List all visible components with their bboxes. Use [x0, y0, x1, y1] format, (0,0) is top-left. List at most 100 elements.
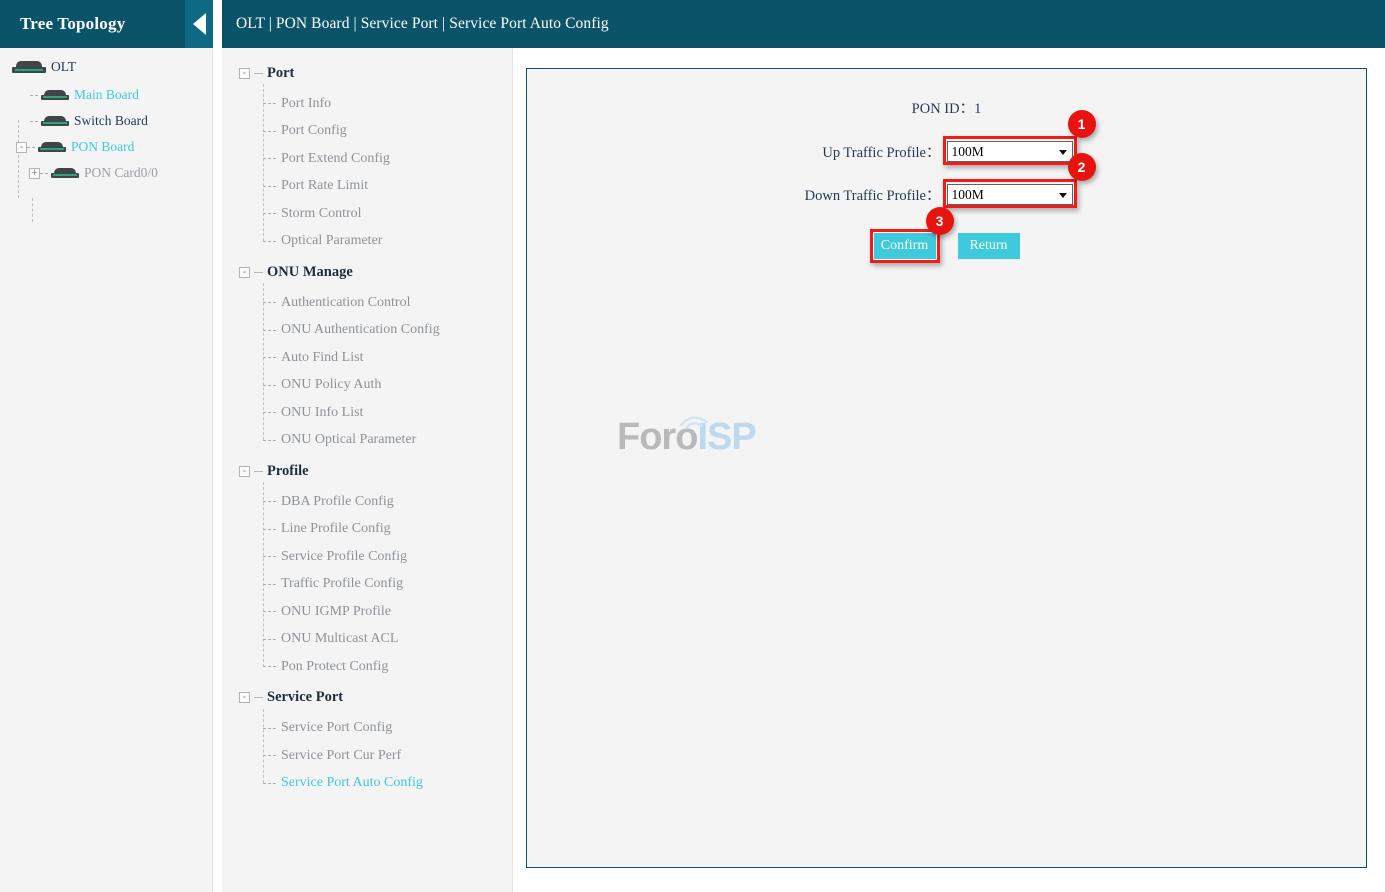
- menu-group-title: Profile: [267, 463, 309, 480]
- menu-item-service-port-auto-config[interactable]: Service Port Auto Config: [222, 770, 512, 798]
- menu-item-service-port-cur-perf[interactable]: Service Port Cur Perf: [222, 742, 512, 770]
- menu-item-traffic-profile-config[interactable]: Traffic Profile Config: [222, 571, 512, 599]
- menu-item-label: Service Port Auto Config: [281, 775, 423, 791]
- up-traffic-profile-select[interactable]: 100M: [947, 141, 1073, 162]
- menu-item-onu-info-list[interactable]: ONU Info List: [222, 399, 512, 427]
- menu-connector-dash: [254, 697, 263, 698]
- menu-item-label: ONU Info List: [281, 405, 363, 421]
- menu-item-connector: [263, 755, 276, 756]
- menu-group-header[interactable]: - Port: [222, 62, 512, 84]
- tree-node-pon-card[interactable]: + PON Card0/0: [0, 160, 212, 186]
- menu-item-dba-profile-config[interactable]: DBA Profile Config: [222, 488, 512, 516]
- menu-item-onu-multicast-acl[interactable]: ONU Multicast ACL: [222, 626, 512, 654]
- menu-item-onu-policy-auth[interactable]: ONU Policy Auth: [222, 372, 512, 400]
- service-port-auto-config-panel: ForoISP PON ID：1 Up Traffic Profile： 100…: [526, 68, 1367, 868]
- menu-group-profile: - Profile DBA Profile Config Line Profil…: [222, 460, 512, 681]
- menu-item-connector: [263, 728, 276, 729]
- menu-item-port-extend-config[interactable]: Port Extend Config: [222, 145, 512, 173]
- menu-group-title: Port: [267, 65, 294, 82]
- down-traffic-profile-row: Down Traffic Profile： 100M 2: [527, 184, 1366, 205]
- up-traffic-profile-label: Up Traffic Profile：: [717, 141, 947, 162]
- menu-toggle-minus-icon[interactable]: -: [239, 466, 250, 477]
- tree-node-olt[interactable]: OLT: [0, 54, 212, 80]
- tree-node-switch-board[interactable]: Switch Board: [0, 108, 212, 134]
- tree-node-label: Switch Board: [74, 113, 148, 129]
- menu-toggle-minus-icon[interactable]: -: [239, 267, 250, 278]
- menu-toggle-minus-icon[interactable]: -: [239, 692, 250, 703]
- tree-node-pon-board[interactable]: - PON Board: [0, 134, 212, 160]
- return-button[interactable]: Return: [958, 233, 1020, 259]
- menu-item-connector: [263, 440, 276, 441]
- menu-item-label: Port Info: [281, 96, 331, 112]
- tree-topology-body: OLT Main Board Switch Board: [0, 48, 212, 186]
- wifi-signal-icon: [677, 411, 711, 431]
- label-separator: ：: [926, 188, 941, 204]
- menu-item-port-info[interactable]: Port Info: [222, 90, 512, 118]
- menu-item-onu-optical-parameter[interactable]: ONU Optical Parameter: [222, 427, 512, 455]
- menu-item-authentication-control[interactable]: Authentication Control: [222, 289, 512, 317]
- annotation-badge-3: 3: [926, 207, 954, 235]
- menu-item-connector: [263, 241, 276, 242]
- menu-item-label: Service Port Cur Perf: [281, 748, 401, 764]
- menu-item-connector: [263, 213, 276, 214]
- caret-left-glyph: [193, 13, 206, 35]
- tree-toggle-minus-icon[interactable]: -: [16, 142, 27, 153]
- caret-left-icon[interactable]: [185, 0, 213, 48]
- menu-item-optical-parameter[interactable]: Optical Parameter: [222, 228, 512, 256]
- menu-connector-dash: [254, 471, 263, 472]
- tree-topology-panel: Tree Topology OLT Main B: [0, 0, 213, 892]
- menu-group-title: Service Port: [267, 689, 343, 706]
- up-traffic-profile-row: Up Traffic Profile： 100M 1: [527, 141, 1366, 162]
- tree-node-label: PON Board: [71, 139, 134, 155]
- down-traffic-profile-select[interactable]: 100M: [947, 184, 1073, 205]
- menu-items: DBA Profile Config Line Profile Config S…: [222, 482, 512, 681]
- menu-connector-dash: [254, 73, 263, 74]
- menu-item-connector: [263, 584, 276, 585]
- menu-item-label: Port Extend Config: [281, 151, 390, 167]
- menu-group-title: ONU Manage: [267, 264, 353, 281]
- menu-item-connector: [263, 783, 276, 784]
- tree-topology-title: Tree Topology: [20, 14, 125, 34]
- menu-item-connector: [263, 357, 276, 358]
- device-chassis-icon: [38, 142, 66, 153]
- tree-trunk-line-2: [32, 198, 33, 222]
- device-chassis-icon: [41, 90, 69, 101]
- menu-group-header[interactable]: - Service Port: [222, 687, 512, 709]
- menu-group-header[interactable]: - ONU Manage: [222, 261, 512, 283]
- menu-item-service-port-config[interactable]: Service Port Config: [222, 715, 512, 743]
- down-traffic-profile-select-wrap: 100M: [947, 184, 1073, 205]
- menu-item-connector: [263, 412, 276, 413]
- menu-item-label: Port Rate Limit: [281, 178, 368, 194]
- menu-item-pon-protect-config[interactable]: Pon Protect Config: [222, 653, 512, 681]
- menu-item-auto-find-list[interactable]: Auto Find List: [222, 344, 512, 372]
- down-traffic-profile-control: 100M 2: [947, 184, 1177, 205]
- menu-item-connector: [263, 529, 276, 530]
- menu-item-label: Authentication Control: [281, 295, 410, 311]
- menu-item-port-config[interactable]: Port Config: [222, 118, 512, 146]
- tree-toggle-plus-icon[interactable]: +: [29, 168, 40, 179]
- menu-item-connector: [263, 158, 276, 159]
- menu-item-label: ONU IGMP Profile: [281, 604, 391, 620]
- menu-item-line-profile-config[interactable]: Line Profile Config: [222, 516, 512, 544]
- menu-item-storm-control[interactable]: Storm Control: [222, 200, 512, 228]
- menu-item-service-profile-config[interactable]: Service Profile Config: [222, 543, 512, 571]
- tree-node-main-board[interactable]: Main Board: [0, 82, 212, 108]
- menu-item-connector: [263, 556, 276, 557]
- menu-item-connector: [263, 501, 276, 502]
- down-traffic-profile-label: Down Traffic Profile：: [717, 184, 947, 205]
- tree-connector-dash: [27, 147, 35, 148]
- breadcrumb: OLT | PON Board | Service Port | Service…: [236, 15, 609, 33]
- pon-id-row: PON ID：1: [527, 97, 1366, 118]
- annotation-badge-1: 1: [1068, 110, 1096, 138]
- menu-toggle-minus-icon[interactable]: -: [239, 68, 250, 79]
- menu-item-onu-authentication-config[interactable]: ONU Authentication Config: [222, 317, 512, 345]
- menu-item-onu-igmp-profile[interactable]: ONU IGMP Profile: [222, 598, 512, 626]
- menu-item-connector: [263, 330, 276, 331]
- confirm-button-wrap: Confirm 3: [874, 233, 936, 259]
- down-traffic-profile-label-text: Down Traffic Profile: [805, 188, 926, 204]
- tree-node-label: Main Board: [74, 87, 139, 103]
- menu-item-port-rate-limit[interactable]: Port Rate Limit: [222, 173, 512, 201]
- menu-group-header[interactable]: - Profile: [222, 460, 512, 482]
- confirm-button[interactable]: Confirm: [874, 233, 936, 259]
- tree-connector-dash: [30, 121, 38, 122]
